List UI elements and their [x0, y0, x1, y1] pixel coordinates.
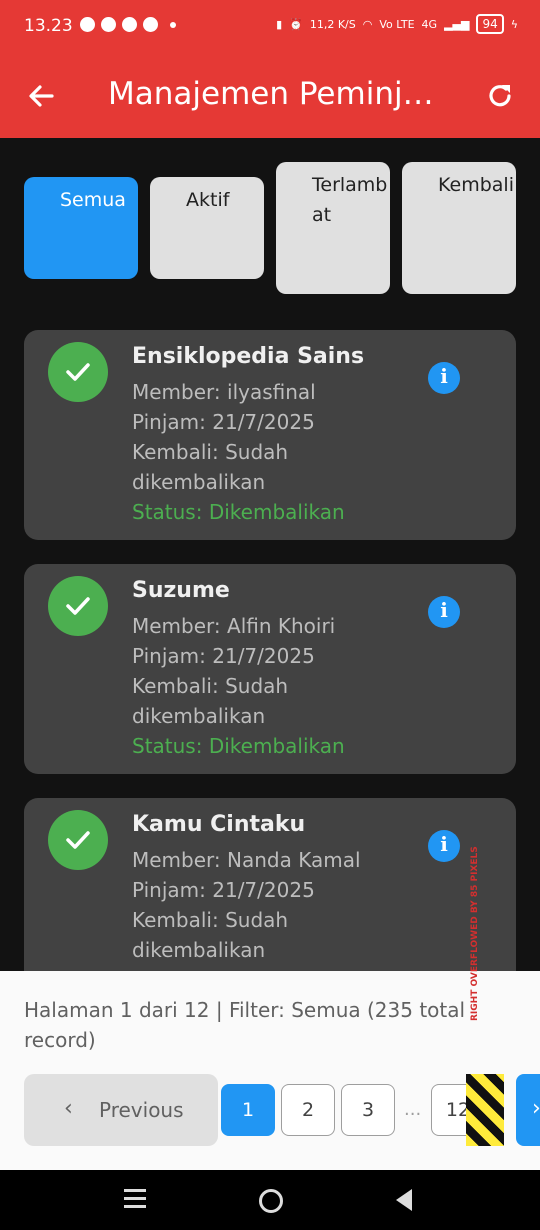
- alarm-icon: ⏰: [289, 17, 303, 31]
- page-title: Manajemen Peminjaman: [108, 76, 438, 112]
- battery-level: 94: [476, 14, 504, 34]
- charging-icon: ϟ: [510, 17, 518, 31]
- chevron-left-icon: ‹: [64, 1096, 73, 1121]
- whatsapp-icon: [80, 17, 95, 32]
- return-value: dikembalikan: [132, 938, 266, 962]
- system-nav-bar: [0, 1170, 540, 1230]
- check-circle-icon: [48, 342, 108, 402]
- page-button-2[interactable]: 2: [281, 1084, 335, 1136]
- info-icon[interactable]: i: [428, 362, 460, 394]
- filter-label: Kembali: [438, 174, 514, 196]
- chat-icon: [101, 17, 116, 32]
- info-icon[interactable]: i: [428, 830, 460, 862]
- return-label: Kembali: Sudah: [132, 908, 289, 932]
- loan-card[interactable]: Suzume Member: Alfin Khoiri Pinjam: 21/7…: [24, 564, 516, 774]
- page-button-3[interactable]: 3: [341, 1084, 395, 1136]
- instagram-icon: [143, 17, 158, 32]
- pagination-panel: Halaman 1 dari 12 | Filter: Semua (235 t…: [0, 846, 540, 1170]
- more-notifications-dot: [170, 21, 176, 28]
- network-speed: 11,2 K/S: [309, 17, 356, 31]
- filter-terlambat[interactable]: Terlambat: [276, 162, 390, 294]
- previous-button[interactable]: ‹ Previous: [24, 1074, 218, 1146]
- filter-label: Aktif: [186, 189, 230, 211]
- wifi-icon: ◠: [362, 17, 373, 31]
- notification-icons: [80, 17, 176, 32]
- network-type: Vo LTE: [379, 17, 415, 31]
- check-circle-icon: [48, 810, 108, 870]
- return-label: Kembali: Sudah: [132, 674, 289, 698]
- back-button[interactable]: [24, 78, 60, 114]
- arrow-left-icon: [29, 85, 54, 107]
- refresh-icon: [489, 85, 511, 107]
- info-icon[interactable]: i: [428, 596, 460, 628]
- return-label: Kembali: Sudah: [132, 440, 289, 464]
- vibrate-icon: ▮: [276, 17, 283, 31]
- status-time: 13.23: [24, 16, 73, 36]
- filter-kembali[interactable]: Kembali: [402, 162, 516, 294]
- filter-semua[interactable]: Semua: [24, 177, 138, 279]
- book-title: Kamu Cintaku: [132, 812, 306, 837]
- loan-card[interactable]: Ensiklopedia Sains Member: ilyasfinal Pi…: [24, 330, 516, 540]
- recent-apps-icon[interactable]: [124, 1189, 146, 1213]
- chevron-right-icon: ›: [532, 1096, 540, 1121]
- overflow-warning: RIGHT OVERFLOWED BY 85 PIXELS: [470, 846, 480, 1021]
- page-info: Halaman 1 dari 12 | Filter: Semua (235 t…: [24, 998, 466, 1052]
- borrow-date: Pinjam: 21/7/2025: [132, 878, 315, 902]
- member-name: Member: Alfin Khoiri: [132, 614, 336, 638]
- page-button-1[interactable]: 1: [221, 1084, 275, 1136]
- filter-label: Semua: [60, 189, 126, 211]
- back-nav-icon[interactable]: [396, 1189, 412, 1211]
- home-icon[interactable]: [259, 1189, 283, 1213]
- page-ellipsis: ...: [404, 1099, 422, 1120]
- previous-label: Previous: [99, 1098, 184, 1122]
- overflow-indicator: [466, 1074, 504, 1146]
- loan-status: Status: Dikembalikan: [132, 500, 345, 524]
- return-value: dikembalikan: [132, 470, 266, 494]
- signal-gen: 4G: [421, 17, 438, 31]
- member-name: Member: ilyasfinal: [132, 380, 316, 404]
- system-icons: ▮ ⏰ 11,2 K/S ◠ Vo LTE 4G ▂▄▆ 94 ϟ: [276, 14, 518, 34]
- member-name: Member: Nanda Kamal: [132, 848, 361, 872]
- check-circle-icon: [48, 576, 108, 636]
- app-bar: Manajemen Peminjaman: [0, 56, 540, 138]
- settings-icon: [122, 17, 137, 32]
- signal-icon: ▂▄▆: [444, 17, 470, 31]
- book-title: Suzume: [132, 578, 230, 603]
- borrow-date: Pinjam: 21/7/2025: [132, 644, 315, 668]
- book-title: Ensiklopedia Sains: [132, 344, 365, 369]
- next-button[interactable]: ›: [516, 1074, 540, 1146]
- loan-status: Status: Dikembalikan: [132, 734, 345, 758]
- status-bar: 13.23 ▮ ⏰ 11,2 K/S ◠ Vo LTE 4G ▂▄▆ 94 ϟ: [0, 0, 540, 56]
- filter-aktif[interactable]: Aktif: [150, 177, 264, 279]
- filter-label: Terlambat: [312, 174, 388, 226]
- refresh-button[interactable]: [482, 78, 518, 114]
- borrow-date: Pinjam: 21/7/2025: [132, 410, 315, 434]
- return-value: dikembalikan: [132, 704, 266, 728]
